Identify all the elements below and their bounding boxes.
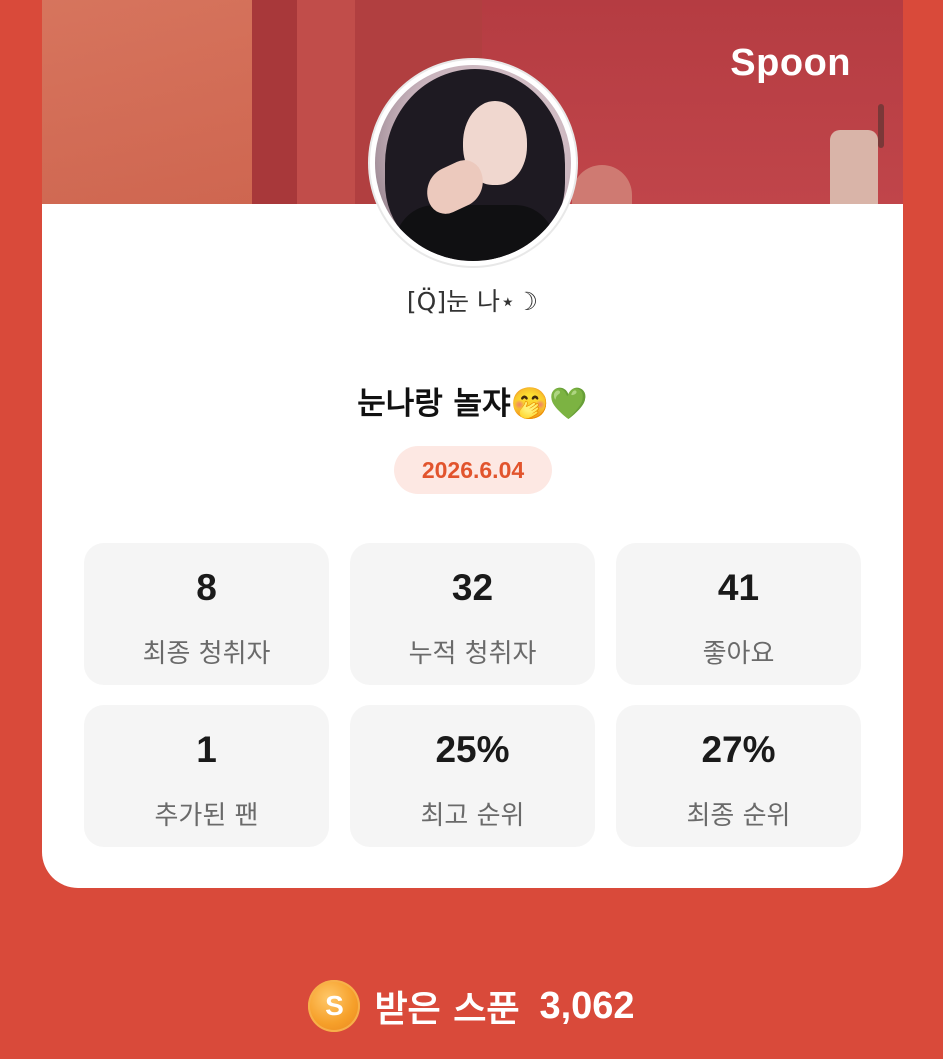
stat-value: 41	[717, 567, 760, 608]
banner-device-antenna	[878, 104, 884, 148]
banner-device	[830, 130, 878, 204]
stat-label: 누적 청취자	[408, 639, 537, 669]
stat-best-rank: 25% 최고 순위	[350, 705, 595, 847]
received-spoons-value: 3,062	[539, 984, 635, 1027]
live-summary-card: Spoon [Q̈]눈 나⋆☽ 눈나랑 놀쟈🤭💚 2026.6.04 8 최종 …	[42, 0, 903, 888]
stat-final-listeners: 8 최종 청취자	[84, 543, 329, 685]
stat-total-listeners: 32 누적 청취자	[350, 543, 595, 685]
stat-label: 좋아요	[702, 639, 775, 669]
stat-final-rank: 27% 최종 순위	[616, 705, 861, 847]
stat-label: 최종 순위	[686, 801, 791, 831]
avatar[interactable]	[370, 60, 576, 266]
spoon-coin-icon: S	[308, 980, 361, 1032]
banner-door-frame	[252, 0, 297, 204]
stat-value: 1	[196, 729, 217, 770]
stat-label: 추가된 팬	[154, 801, 259, 831]
stat-label: 최고 순위	[420, 801, 525, 831]
date-badge: 2026.6.04	[394, 446, 552, 494]
avatar-top	[395, 205, 555, 261]
dj-nickname: [Q̈]눈 나⋆☽	[406, 287, 539, 316]
stat-label: 최종 청취자	[142, 639, 271, 669]
stat-value: 8	[196, 567, 217, 608]
stat-value: 25%	[435, 729, 510, 770]
stat-new-fans: 1 추가된 팬	[84, 705, 329, 847]
stat-value: 32	[451, 567, 494, 608]
avatar-image	[375, 65, 571, 261]
stat-value: 27%	[701, 729, 776, 770]
live-title: 눈나랑 놀쟈🤭💚	[357, 386, 588, 422]
stat-likes: 41 좋아요	[616, 543, 861, 685]
banner-wall	[42, 0, 257, 204]
banner-door	[297, 0, 355, 204]
brand-logo: Spoon	[730, 42, 851, 84]
received-spoons-label: 받은 스푼	[374, 989, 520, 1030]
received-spoons: S 받은 스푼 3,062	[0, 978, 943, 1034]
